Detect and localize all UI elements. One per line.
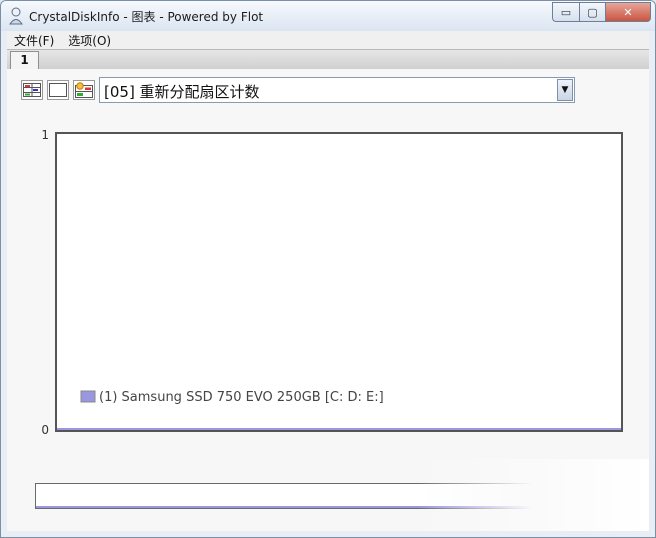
blank-chart-icon xyxy=(49,83,67,97)
close-button[interactable]: ✕ xyxy=(605,2,651,22)
chart-settings-button[interactable] xyxy=(73,80,95,100)
tab-strip: 1 xyxy=(7,49,649,70)
menu-options[interactable]: 选项(O) xyxy=(61,32,118,49)
fade-overlay xyxy=(417,459,649,531)
show-all-button[interactable] xyxy=(21,80,43,100)
chart-window: CrystalDiskInfo - 图表 - Powered by Flot ▭… xyxy=(0,0,656,538)
tab-disk-1[interactable]: 1 xyxy=(10,51,39,69)
window-title: CrystalDiskInfo - 图表 - Powered by Flot xyxy=(29,10,264,24)
menu-file[interactable]: 文件(F) xyxy=(7,32,61,49)
title-bar[interactable]: CrystalDiskInfo - 图表 - Powered by Flot ▭… xyxy=(1,1,655,31)
chart-settings-icon xyxy=(75,82,93,98)
attribute-select[interactable]: [05] 重新分配扇区计数 ▼ xyxy=(99,77,575,103)
chart-all-icon xyxy=(23,83,41,97)
y-tick-top: 1 xyxy=(41,128,49,142)
blank-chart-button[interactable] xyxy=(47,80,69,100)
legend-label: (1) Samsung SSD 750 EVO 250GB [C: D: E:] xyxy=(99,390,384,405)
legend-swatch xyxy=(80,390,96,403)
attribute-select-value: [05] 重新分配扇区计数 xyxy=(104,83,260,101)
chart-area: 1 0 (1) Samsung SSD 750 EVO 250GB [C: D:… xyxy=(41,128,623,437)
minimize-button[interactable]: ▭ xyxy=(552,2,579,22)
plot-frame xyxy=(55,132,623,432)
y-tick-bottom: 0 xyxy=(41,423,49,437)
menu-bar: 文件(F) 选项(O) xyxy=(7,31,649,49)
maximize-button[interactable]: ▢ xyxy=(579,2,605,22)
crystaldiskinfo-icon xyxy=(9,7,23,25)
chart-panel: [05] 重新分配扇区计数 ▼ 1 0 (1) Samsung SSD 750 … xyxy=(7,69,649,531)
dropdown-arrow-icon[interactable]: ▼ xyxy=(557,79,573,101)
